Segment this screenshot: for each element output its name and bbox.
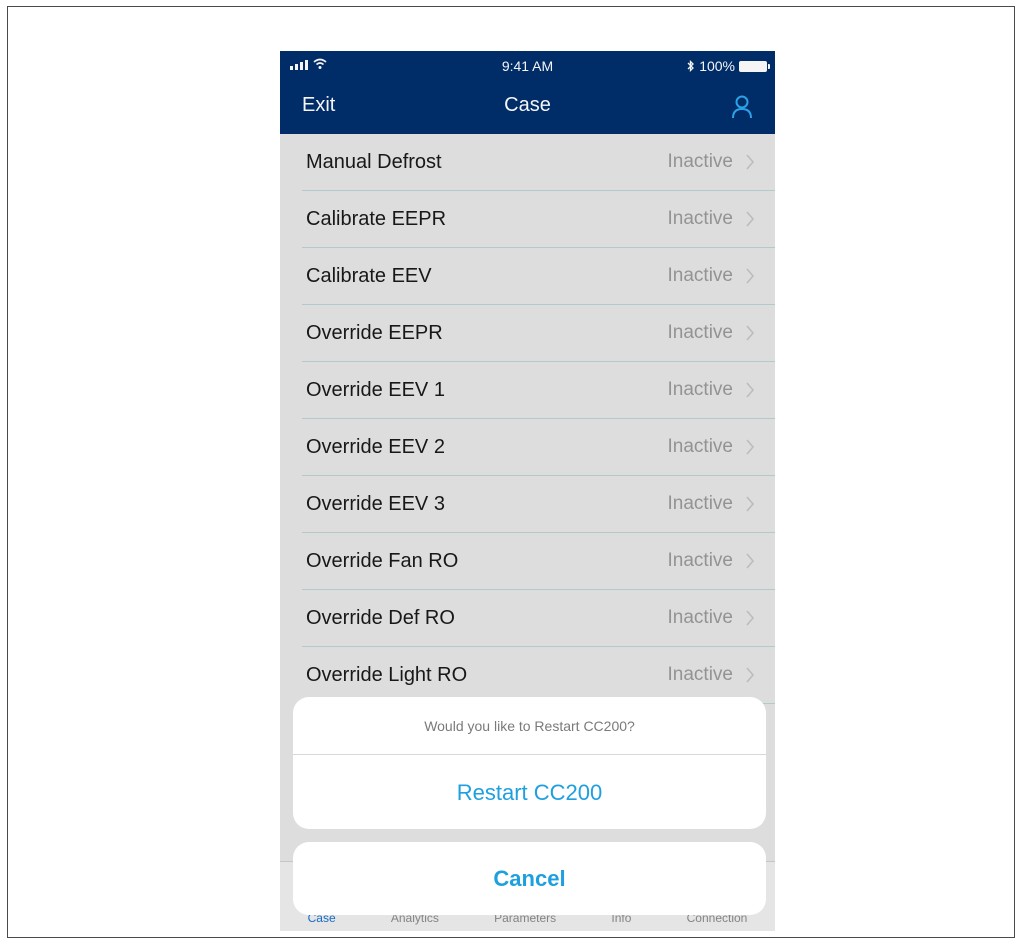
restart-cc200-button[interactable]: Restart CC200	[293, 755, 766, 830]
phone-screen: 9:41 AM 100% Exit Case Manual Defrost Ina…	[280, 51, 775, 931]
cancel-sheet: Cancel	[293, 842, 766, 915]
cancel-button[interactable]: Cancel	[493, 866, 565, 892]
action-sheet: Would you like to Restart CC200? Restart…	[293, 697, 766, 829]
action-sheet-message: Would you like to Restart CC200?	[293, 697, 766, 755]
figure-frame: 9:41 AM 100% Exit Case Manual Defrost Ina…	[7, 6, 1015, 938]
